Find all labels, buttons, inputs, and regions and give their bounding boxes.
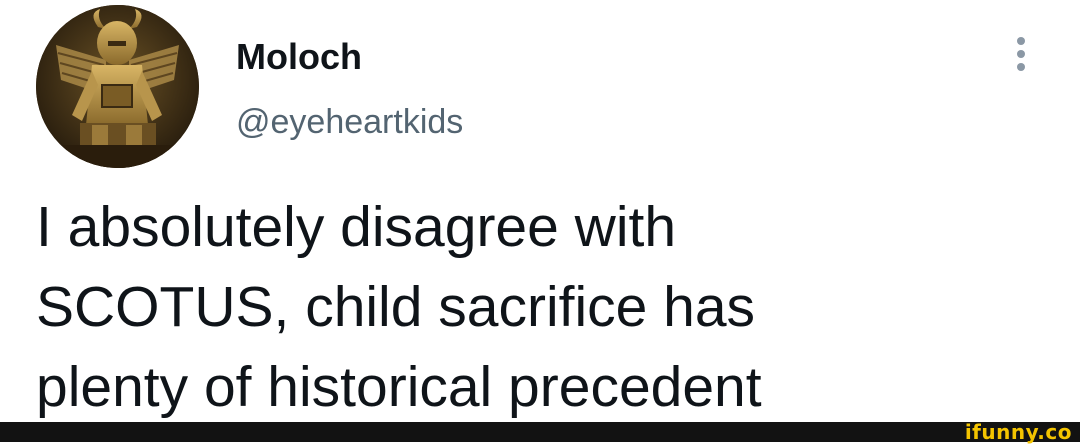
moloch-statue-icon xyxy=(36,5,199,168)
watermark-bar: ifunny.co xyxy=(0,422,1080,442)
tweet-text-line: plenty of historical precedent xyxy=(36,355,762,419)
ifunny-watermark: ifunny.co xyxy=(964,420,1072,444)
tweet-text-line: SCOTUS, child sacrifice has xyxy=(36,275,756,339)
more-options-icon xyxy=(1017,37,1025,45)
more-options-button[interactable] xyxy=(1004,30,1038,78)
author-handle[interactable]: @eyeheartkids xyxy=(236,102,463,142)
more-options-icon xyxy=(1017,50,1025,58)
tweet-card: Moloch @eyeheartkids I absolutely disagr… xyxy=(0,0,1080,422)
tweet-text-line: I absolutely disagree with xyxy=(36,195,677,259)
avatar[interactable] xyxy=(36,5,199,168)
more-options-icon xyxy=(1017,63,1025,71)
author-display-name[interactable]: Moloch xyxy=(236,37,362,77)
tweet-text: I absolutely disagree with SCOTUS, child… xyxy=(36,187,1056,427)
